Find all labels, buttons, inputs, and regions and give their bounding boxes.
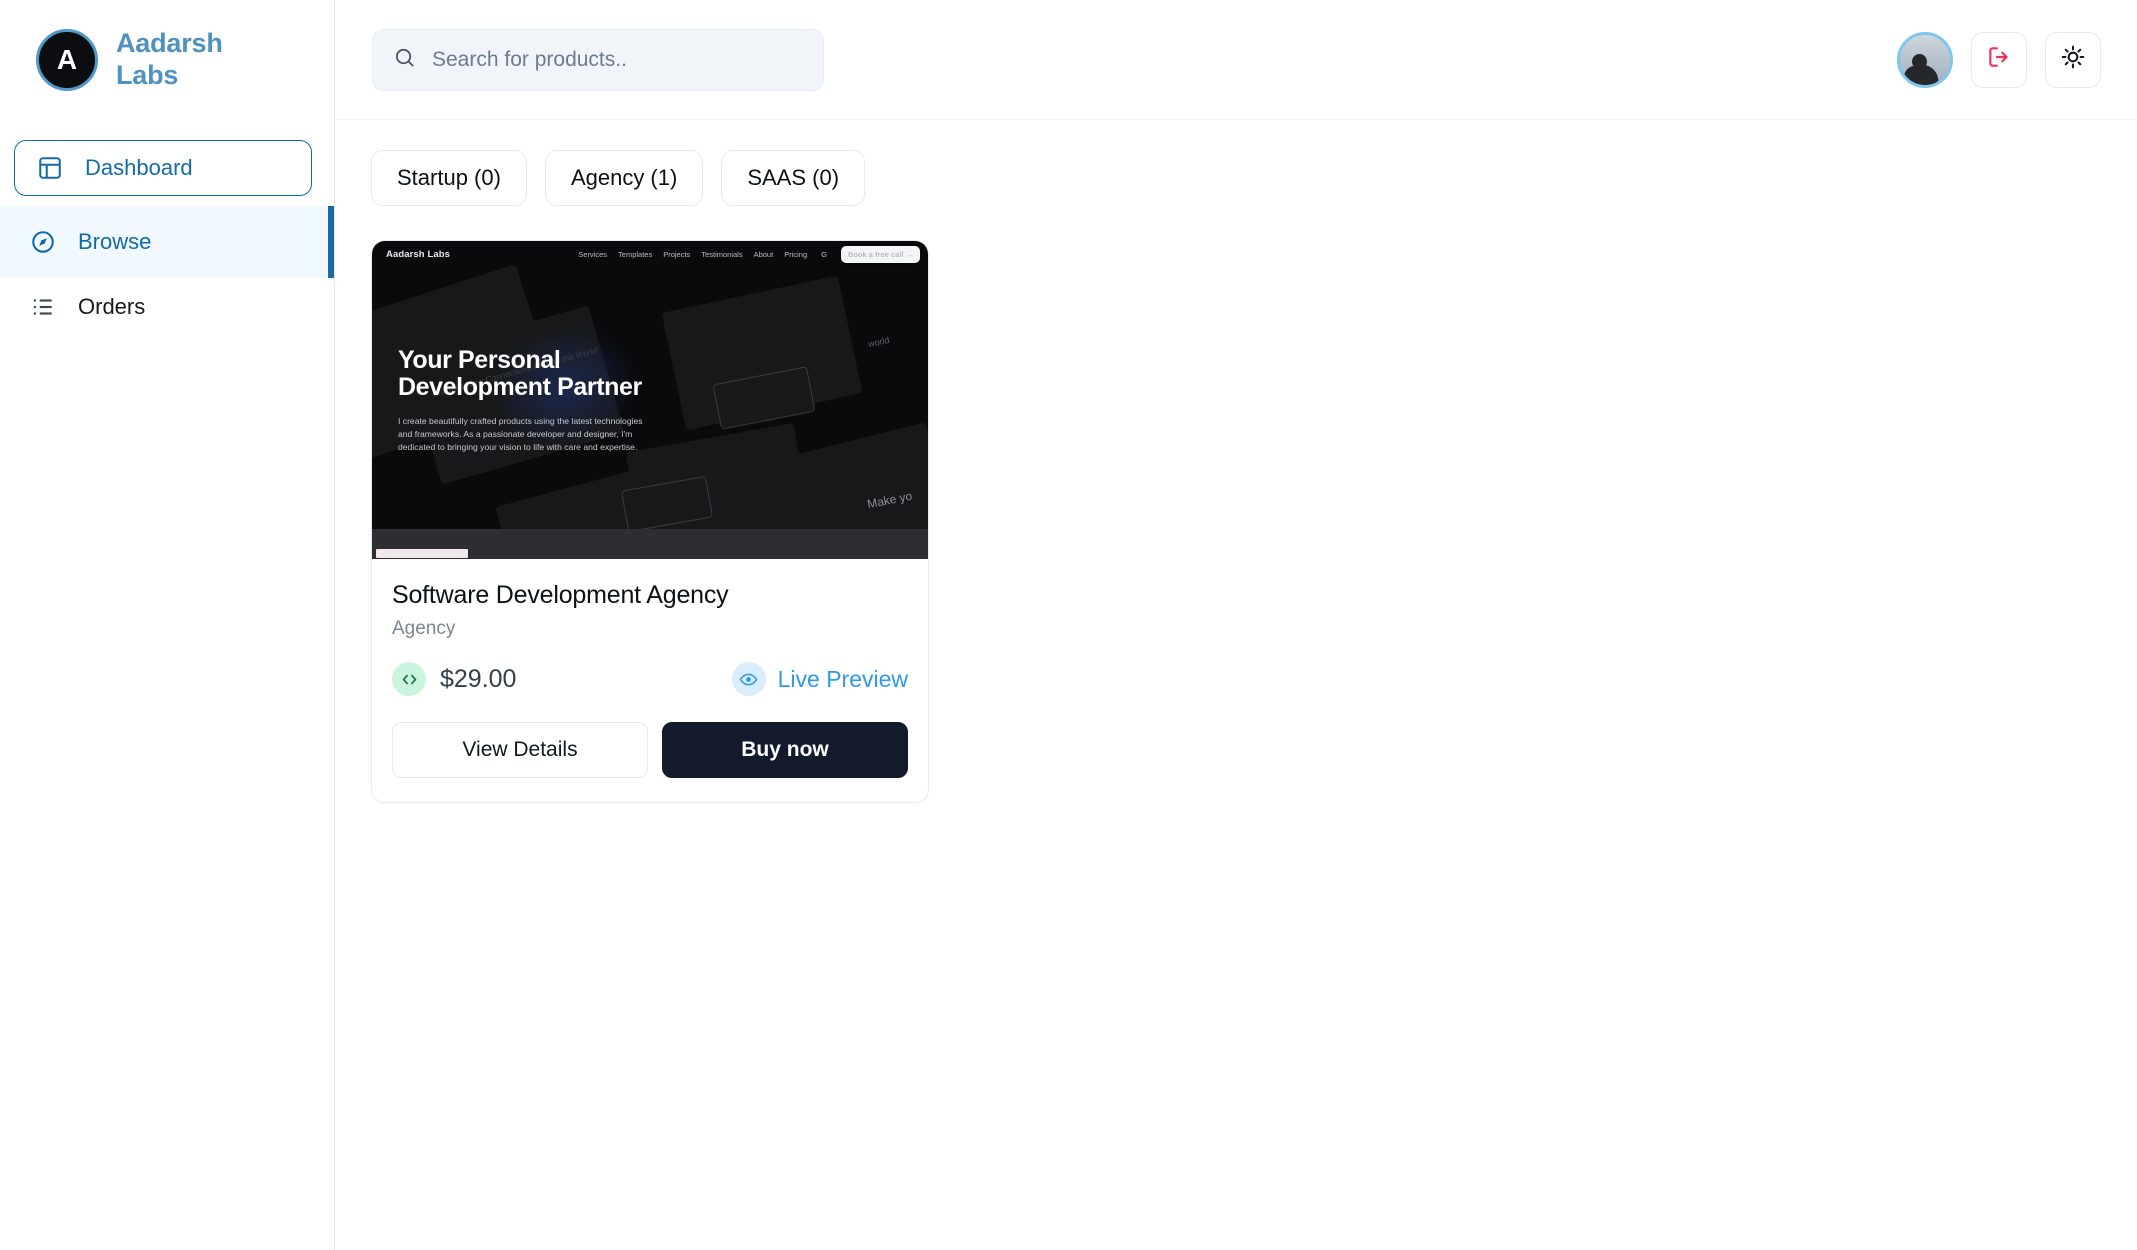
- product-price: $29.00: [440, 664, 517, 693]
- brand[interactable]: A Aadarsh Labs: [0, 0, 334, 120]
- code-icon: [392, 662, 426, 696]
- logout-button[interactable]: [1971, 31, 2027, 88]
- layout-panel-icon: [37, 155, 63, 181]
- topbar-actions: [1897, 31, 2101, 88]
- live-preview-label: Live Preview: [777, 665, 908, 692]
- filter-chip-saas[interactable]: SAAS (0): [721, 150, 866, 206]
- thumbnail-nav-link: Templates: [618, 249, 653, 259]
- brand-logo-icon: A: [36, 29, 98, 91]
- view-details-button[interactable]: View Details: [392, 722, 648, 778]
- thumbnail-nav-link: Pricing: [784, 249, 808, 259]
- sidebar-item-label: Browse: [78, 229, 152, 254]
- brand-name: Aadarsh Labs: [116, 28, 223, 90]
- sidebar-item-label: Orders: [78, 294, 146, 319]
- thumbnail-globe-icon: G: [821, 249, 827, 259]
- thumbnail-cta-button: Book a free call →: [840, 245, 920, 263]
- list-icon: [30, 294, 56, 320]
- thumbnail-nav-link: Testimonials: [701, 249, 743, 259]
- compass-icon: [30, 229, 56, 255]
- sidebar-item-orders[interactable]: Orders: [0, 278, 334, 336]
- thumbnail-heading-line1: Your Personal: [398, 346, 561, 374]
- app-root: A Aadarsh Labs Dashboard Browse Orders S…: [0, 0, 2137, 1250]
- thumbnail-nav-link: Services: [578, 249, 608, 259]
- eye-icon: [731, 662, 766, 696]
- buy-now-button[interactable]: Buy now: [662, 722, 908, 778]
- product-card-body: Software Development Agency Agency $29.0…: [372, 559, 928, 802]
- thumbnail-nav-links: Services Templates Projects Testimonials…: [578, 245, 920, 263]
- filter-chip-startup[interactable]: Startup (0): [371, 150, 527, 206]
- product-thumbnail[interactable]: Aadarsh Labs Services Templates Projects…: [372, 241, 928, 559]
- theme-toggle-button[interactable]: [2045, 31, 2101, 88]
- product-meta: $29.00 Live Preview: [392, 662, 908, 696]
- product-actions: View Details Buy now: [392, 722, 908, 778]
- sidebar-item-browse[interactable]: Browse: [0, 206, 334, 278]
- thumbnail-hero: Your Personal Development Partner I crea…: [398, 347, 728, 454]
- logout-icon: [1986, 44, 2012, 75]
- sun-icon: [2060, 44, 2086, 75]
- search-input[interactable]: [432, 47, 803, 72]
- product-category: Agency: [392, 618, 456, 639]
- search-icon: [393, 46, 416, 74]
- thumbnail-navbar: Aadarsh Labs Services Templates Projects…: [372, 241, 928, 267]
- thumbnail-paragraph: I create beautifully crafted products us…: [398, 415, 643, 453]
- thumbnail-brand: Aadarsh Labs: [386, 248, 451, 260]
- filter-chip-agency[interactable]: Agency (1): [544, 150, 704, 206]
- avatar[interactable]: [1897, 31, 1953, 88]
- main-area: Startup (0) Agency (1) SAAS (0) Aadarsh …: [335, 0, 2137, 1250]
- thumbnail-nav-link: Projects: [663, 249, 691, 259]
- live-preview-link[interactable]: Live Preview: [731, 662, 908, 696]
- sidebar-item-dashboard[interactable]: Dashboard: [14, 140, 312, 196]
- topbar: [335, 0, 2137, 120]
- sidebar: A Aadarsh Labs Dashboard Browse Orders: [0, 0, 335, 1250]
- product-card[interactable]: Aadarsh Labs Services Templates Projects…: [371, 240, 929, 803]
- content-area: Startup (0) Agency (1) SAAS (0) Aadarsh …: [335, 120, 2137, 1250]
- filter-chips: Startup (0) Agency (1) SAAS (0): [371, 150, 2101, 206]
- sidebar-nav: Dashboard Browse Orders: [0, 120, 334, 336]
- product-title: Software Development Agency: [392, 581, 729, 609]
- product-price-group: $29.00: [392, 662, 516, 696]
- thumbnail-heading: Your Personal Development Partner: [398, 347, 728, 401]
- thumbnail-url-bar: [376, 549, 468, 558]
- sidebar-item-label: Dashboard: [85, 155, 193, 180]
- search-box[interactable]: [372, 28, 824, 91]
- thumbnail-heading-line2: Development Partner: [398, 372, 642, 401]
- thumbnail-nav-link: About: [753, 249, 774, 259]
